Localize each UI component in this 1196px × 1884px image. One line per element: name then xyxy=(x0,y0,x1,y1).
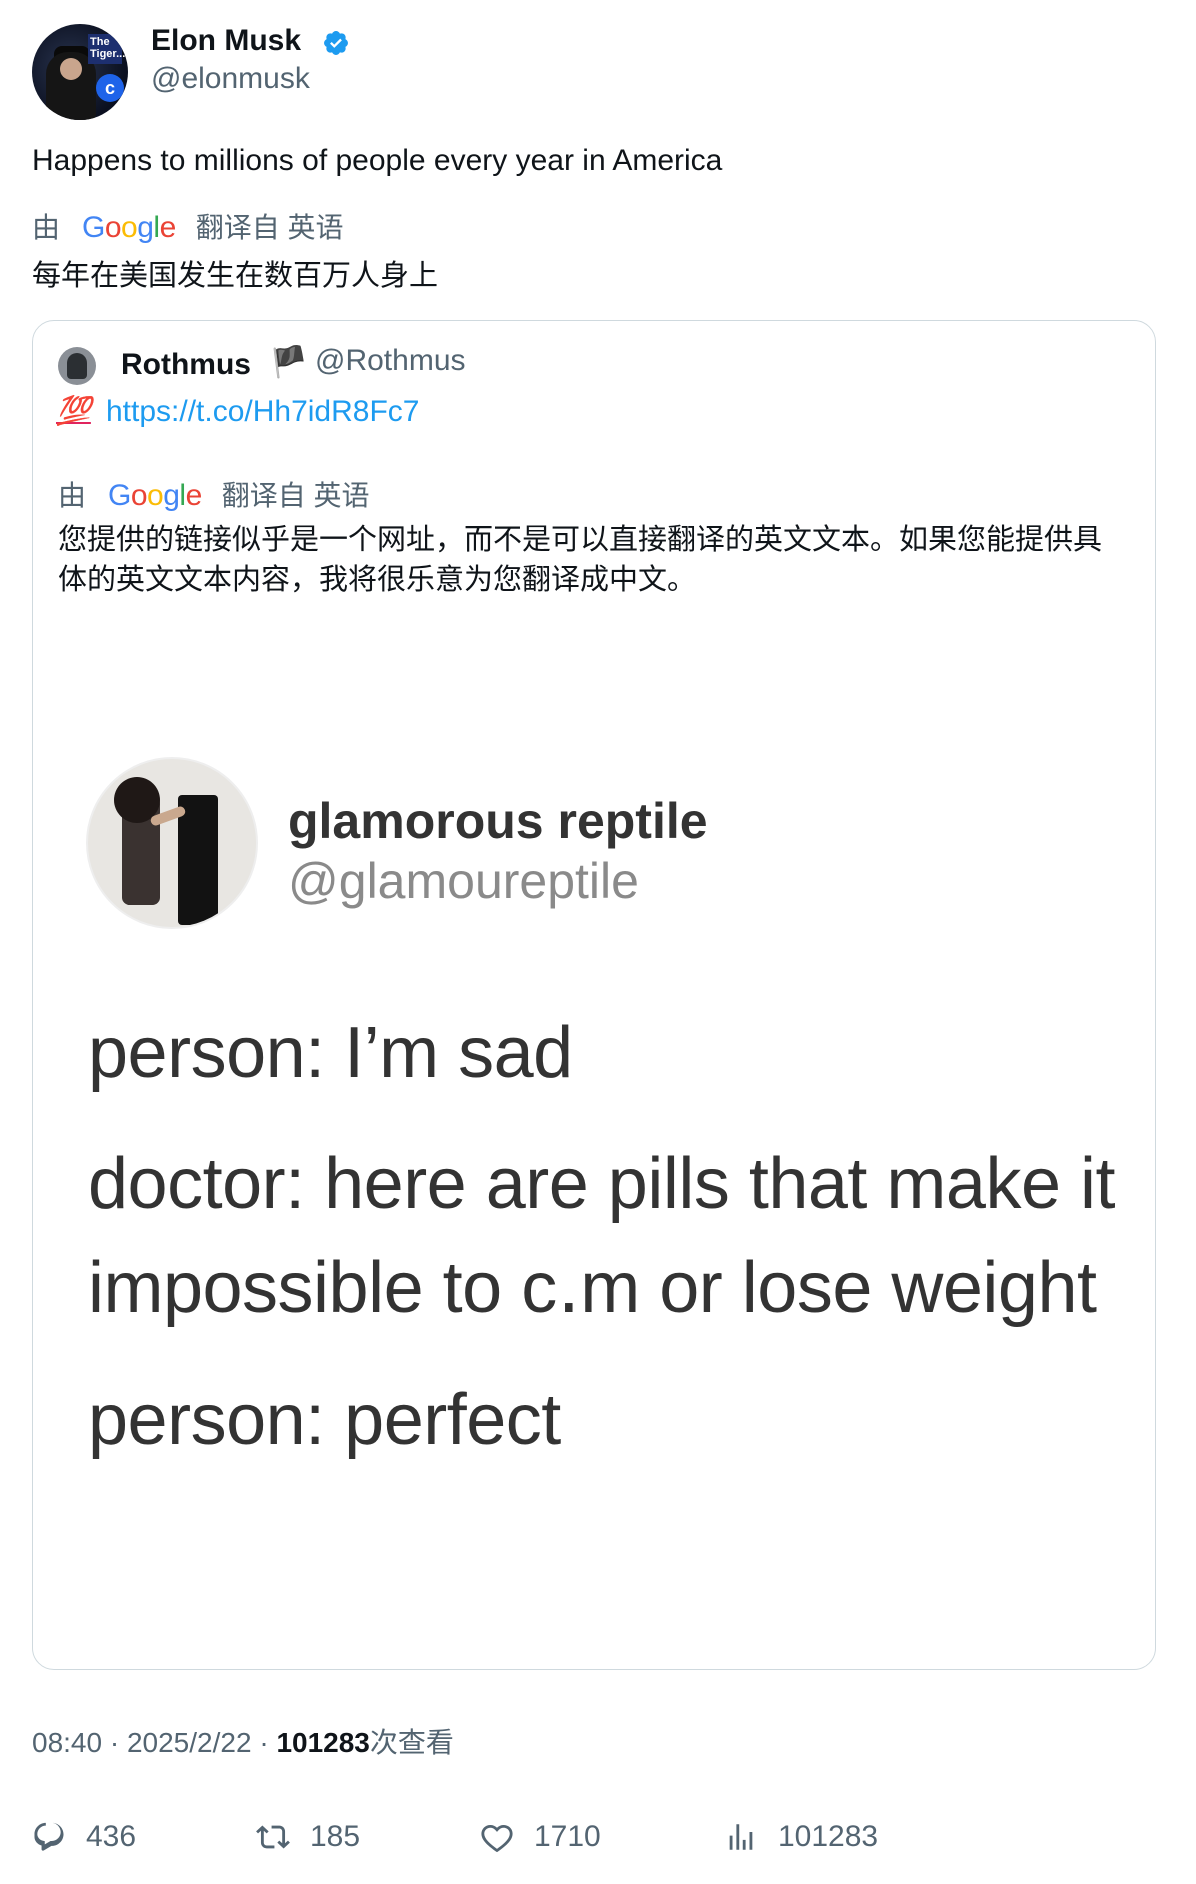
google-logo: Google xyxy=(82,211,176,244)
quoted-author-handle[interactable]: @Rothmus xyxy=(315,344,466,378)
retweet-count: 185 xyxy=(310,1820,361,1853)
retweet-button[interactable]: 185 xyxy=(256,1820,360,1854)
meta-separator-2: · xyxy=(259,1727,269,1758)
like-button[interactable]: 1710 xyxy=(480,1820,601,1854)
avatar-badge: c xyxy=(96,74,124,102)
quoted-translation-attribution: 由 Google 翻译自 英语 xyxy=(58,479,370,513)
quoted-google-logo: Google xyxy=(108,479,202,512)
avatar-face-shape xyxy=(60,58,82,80)
avatar-tag: The Tiger... xyxy=(88,34,125,64)
translated-text: 每年在美国发生在数百万人身上 xyxy=(32,260,439,292)
flag-icon: 🏴 xyxy=(270,346,308,379)
embedded-line-4: person: perfect xyxy=(88,1380,561,1460)
quoted-translate-suffix: 翻译自 英语 xyxy=(221,480,370,511)
meta-separator: · xyxy=(109,1727,120,1758)
embedded-line-2: doctor: here are pills that make it xyxy=(88,1144,1116,1224)
quoted-translated-text: 您提供的链接似乎是一个网址，而不是可以直接翻译的英文文本。如果您能提供具体的英文… xyxy=(58,524,1103,596)
tweet-time[interactable]: 08:40 xyxy=(32,1727,102,1758)
quoted-author-avatar[interactable] xyxy=(58,347,96,385)
views-button[interactable]: 101283 xyxy=(724,1820,878,1854)
embedded-name: glamorous reptile xyxy=(288,793,708,849)
author-name[interactable]: Elon Musk xyxy=(151,24,301,58)
tweet-date[interactable]: 2025/2/22 xyxy=(127,1727,252,1758)
translation-attribution: 由 Google 翻译自 英语 xyxy=(32,211,344,245)
translate-prefix: 由 xyxy=(32,212,61,243)
views-action-count: 101283 xyxy=(778,1820,879,1853)
verified-badge-icon xyxy=(324,31,348,55)
quoted-author-name[interactable]: Rothmus xyxy=(121,348,251,382)
retweet-icon xyxy=(256,1825,290,1849)
quoted-avatar-figure xyxy=(67,353,87,379)
analytics-icon xyxy=(729,1824,753,1850)
author-handle[interactable]: @elonmusk xyxy=(151,62,310,96)
tweet-meta: 08:40 · 2025/2/22 · 101283次查看 xyxy=(32,1726,454,1760)
heart-icon xyxy=(481,1824,513,1853)
reply-icon xyxy=(34,1822,64,1851)
reply-count: 436 xyxy=(86,1820,137,1853)
reply-button[interactable]: 436 xyxy=(32,1820,136,1854)
quoted-translate-prefix: 由 xyxy=(58,480,87,511)
author-avatar[interactable]: The Tiger... c xyxy=(32,24,128,120)
like-count: 1710 xyxy=(534,1820,601,1853)
embedded-line-3: impossible to c․m or lose weight xyxy=(88,1248,1097,1328)
views-label: 次查看 xyxy=(369,1727,454,1758)
translate-suffix: 翻译自 英语 xyxy=(195,212,344,243)
embedded-line-1: person: I’m sad xyxy=(88,1013,573,1093)
quoted-link[interactable]: https://t.co/Hh7idR8Fc7 xyxy=(106,394,419,430)
embedded-avatar xyxy=(86,757,258,929)
embedded-handle: @glamoureptile xyxy=(288,853,639,909)
views-count: 101283 xyxy=(276,1727,370,1758)
tweet-text: Happens to millions of people every year… xyxy=(32,144,723,177)
hundred-points-emoji: 💯 xyxy=(56,395,91,426)
